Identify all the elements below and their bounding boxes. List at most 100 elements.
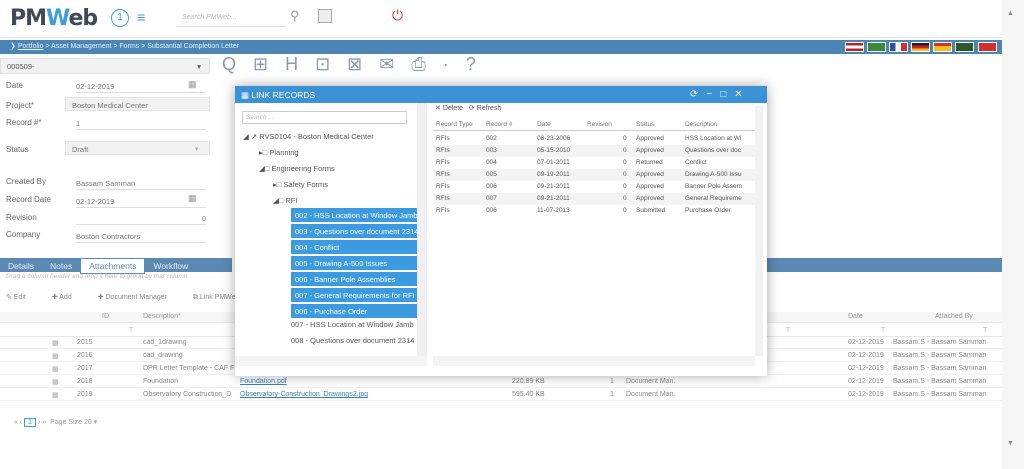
flag-es-icon[interactable] (933, 42, 952, 52)
company-field[interactable]: Boston Contractors (76, 229, 206, 243)
revision-field[interactable]: 0 (76, 211, 206, 225)
record-toolbar[interactable]: Q ⊞ H ⊡ ⊠ ✉ ⎙ · ? (222, 54, 482, 75)
cell-revision: 0 (623, 195, 627, 202)
filter-icon[interactable]: ⊤ (880, 326, 886, 334)
close-icon[interactable]: ✕ (734, 89, 750, 100)
tree-item[interactable]: 003 - Questions over document 2314 (291, 224, 417, 238)
page-size-select[interactable]: 20 (84, 419, 92, 426)
cell-description: Conflict (685, 159, 707, 166)
prev-page-button[interactable]: ‹ (20, 419, 22, 426)
tree-scrollbar[interactable] (417, 103, 427, 365)
record-row[interactable]: RFIs 004 07-01-2011 0 Returned Conflict (433, 157, 755, 169)
created-by-label: Created By (6, 177, 47, 186)
calendar-icon[interactable]: ▦ (188, 193, 197, 204)
document-manager-button[interactable]: ✚ Document Manager (98, 294, 179, 301)
record-date-field[interactable]: 02-12-2019 (76, 194, 206, 208)
tree-item[interactable]: 002 - HSS Location at Window Jamb (291, 208, 417, 222)
record-row[interactable]: RFIs 002 08-23-2006 0 Approved HSS Location a… (433, 133, 755, 145)
tree-item[interactable]: 005 - Drawing A-500 Issues (291, 256, 417, 270)
cell-num: 004 (486, 159, 497, 166)
record-number-field[interactable]: 1 (76, 116, 206, 130)
filter-icon[interactable]: ⊤ (128, 326, 134, 334)
cell-file-link[interactable]: Observatory-Construction_Drawings2.jpg (240, 391, 368, 398)
hamburger-icon[interactable]: ≡ (137, 9, 145, 25)
maximize-icon[interactable]: □ (720, 89, 734, 100)
cell-date: 08-23-2006 (537, 135, 571, 142)
edit-button[interactable]: ✎ Edit (6, 294, 38, 301)
calendar-icon[interactable]: ▦ (188, 79, 197, 90)
refresh-icon[interactable]: ⟳ (690, 89, 706, 100)
tree-item[interactable]: 006 - Purchase Order (291, 304, 417, 318)
status-select[interactable]: Draft (65, 141, 210, 155)
next-page-button[interactable]: › (38, 419, 40, 426)
tab-workflow[interactable]: Workflow (145, 259, 196, 273)
record-row[interactable]: RFIs 006 11-07-2013 0 Submitted Purchase Orde… (433, 205, 755, 217)
table-row[interactable]: ▦ 2019 Observatory Construction_D Observato… (0, 390, 1002, 401)
col-attached-by[interactable]: Attached By (935, 313, 973, 320)
flag-icon[interactable] (955, 42, 974, 52)
page-scrollbar[interactable]: ▲ ▼ (1002, 0, 1024, 469)
col-description[interactable]: Description (685, 121, 718, 128)
cell-file-link[interactable]: Foundation.pdf (240, 378, 287, 385)
breadcrumb-portfolio-link[interactable]: Portfolio (18, 43, 44, 50)
scroll-up-icon[interactable]: ▲ (1007, 10, 1014, 17)
record-row[interactable]: RFIs 006 09-21-2011 0 Approved Banner Pole As… (433, 181, 755, 193)
date-field[interactable]: 02-12-2019 (76, 79, 206, 93)
tree-hscrollbar[interactable] (235, 356, 427, 366)
records-scrollbar[interactable] (755, 106, 763, 356)
flag-icon[interactable] (978, 42, 997, 52)
tree-engineering[interactable]: ◢□ Engineering Forms (259, 164, 335, 173)
minimize-icon[interactable]: − (706, 89, 720, 100)
record-row[interactable]: RFIs 005 09-19-2011 0 Approved Drawing A-500 … (433, 169, 755, 181)
col-record-num[interactable]: Record # (486, 121, 512, 128)
flag-de-icon[interactable] (911, 42, 930, 52)
tree-root[interactable]: ◢ ↗ RVS0104 - Boston Medical Center (243, 132, 374, 141)
col-date[interactable]: Date (848, 313, 863, 320)
scroll-down-icon[interactable]: ▼ (1007, 440, 1014, 447)
tree-rfi[interactable]: ◢□ RFI (273, 196, 297, 205)
col-record-type[interactable]: Record Type (436, 121, 473, 128)
tab-notes[interactable]: Notes (42, 259, 80, 273)
refresh-button[interactable]: ⟳ Refresh (469, 105, 501, 112)
page-number[interactable]: 1 (24, 418, 37, 427)
tree-item[interactable]: 006 - Banner Pole Assemblies (291, 272, 417, 286)
search-icon[interactable]: ⚲ (290, 8, 300, 24)
tree-search-input[interactable]: Search ... (242, 111, 407, 124)
tab-attachments[interactable]: Attachments (80, 258, 146, 274)
tab-details[interactable]: Details (0, 259, 42, 273)
col-date[interactable]: Date (537, 121, 551, 128)
delete-button[interactable]: ✕ Delete (435, 105, 463, 112)
first-page-button[interactable]: « (14, 419, 18, 426)
cell-date: 11-07-2013 (537, 207, 570, 214)
last-page-button[interactable]: » (42, 419, 46, 426)
add-button[interactable]: ✚ Add (52, 294, 84, 301)
project-field[interactable]: Boston Medical Center (65, 97, 210, 111)
filter-icon[interactable]: ⊤ (785, 326, 791, 334)
table-row[interactable]: ▦ 2018 Foundation Foundation.pdf 220.89 KB 1 D… (0, 377, 1002, 388)
tree-safety[interactable]: ▸□ Safety Forms (273, 180, 328, 189)
flag-fr-icon[interactable] (889, 42, 908, 52)
col-revision[interactable]: Revision (587, 121, 612, 128)
cell-id: 2018 (77, 378, 93, 385)
tree-item[interactable]: 004 - Conflict (291, 240, 417, 254)
tree-item[interactable]: 007 - General Requirements for RFI (291, 288, 417, 302)
filter-icon[interactable]: ⊤ (982, 326, 988, 334)
cell-status: Approved (636, 195, 664, 202)
tree-item[interactable]: 008 - Questions over document 2314 (291, 336, 417, 345)
global-search-input[interactable]: Search PMWeb... (176, 9, 286, 27)
col-description[interactable]: Description* (143, 313, 181, 320)
tree-item[interactable]: 007 - HSS Location at Window Jamb (291, 320, 417, 329)
record-row[interactable]: RFIs 003 05-15-2010 0 Approved Questions over… (433, 145, 755, 157)
records-hscrollbar[interactable] (433, 356, 755, 366)
col-status[interactable]: Status (636, 121, 654, 128)
col-id[interactable]: ID (102, 313, 109, 320)
flag-us-icon[interactable] (845, 42, 864, 52)
power-icon[interactable]: ⏻ (392, 7, 403, 24)
flag-icon[interactable] (867, 42, 886, 52)
pmweb-logo[interactable]: PMWeb (10, 6, 98, 31)
record-selector[interactable]: 000509- ▾ (0, 58, 210, 74)
tree-planning[interactable]: ▸□ Planning (259, 148, 299, 157)
help-counter-icon[interactable]: 1 (111, 9, 129, 27)
calendar-icon[interactable] (318, 9, 332, 23)
record-row[interactable]: RFIs 007 09-21-2011 0 Approved General Requir… (433, 193, 755, 205)
